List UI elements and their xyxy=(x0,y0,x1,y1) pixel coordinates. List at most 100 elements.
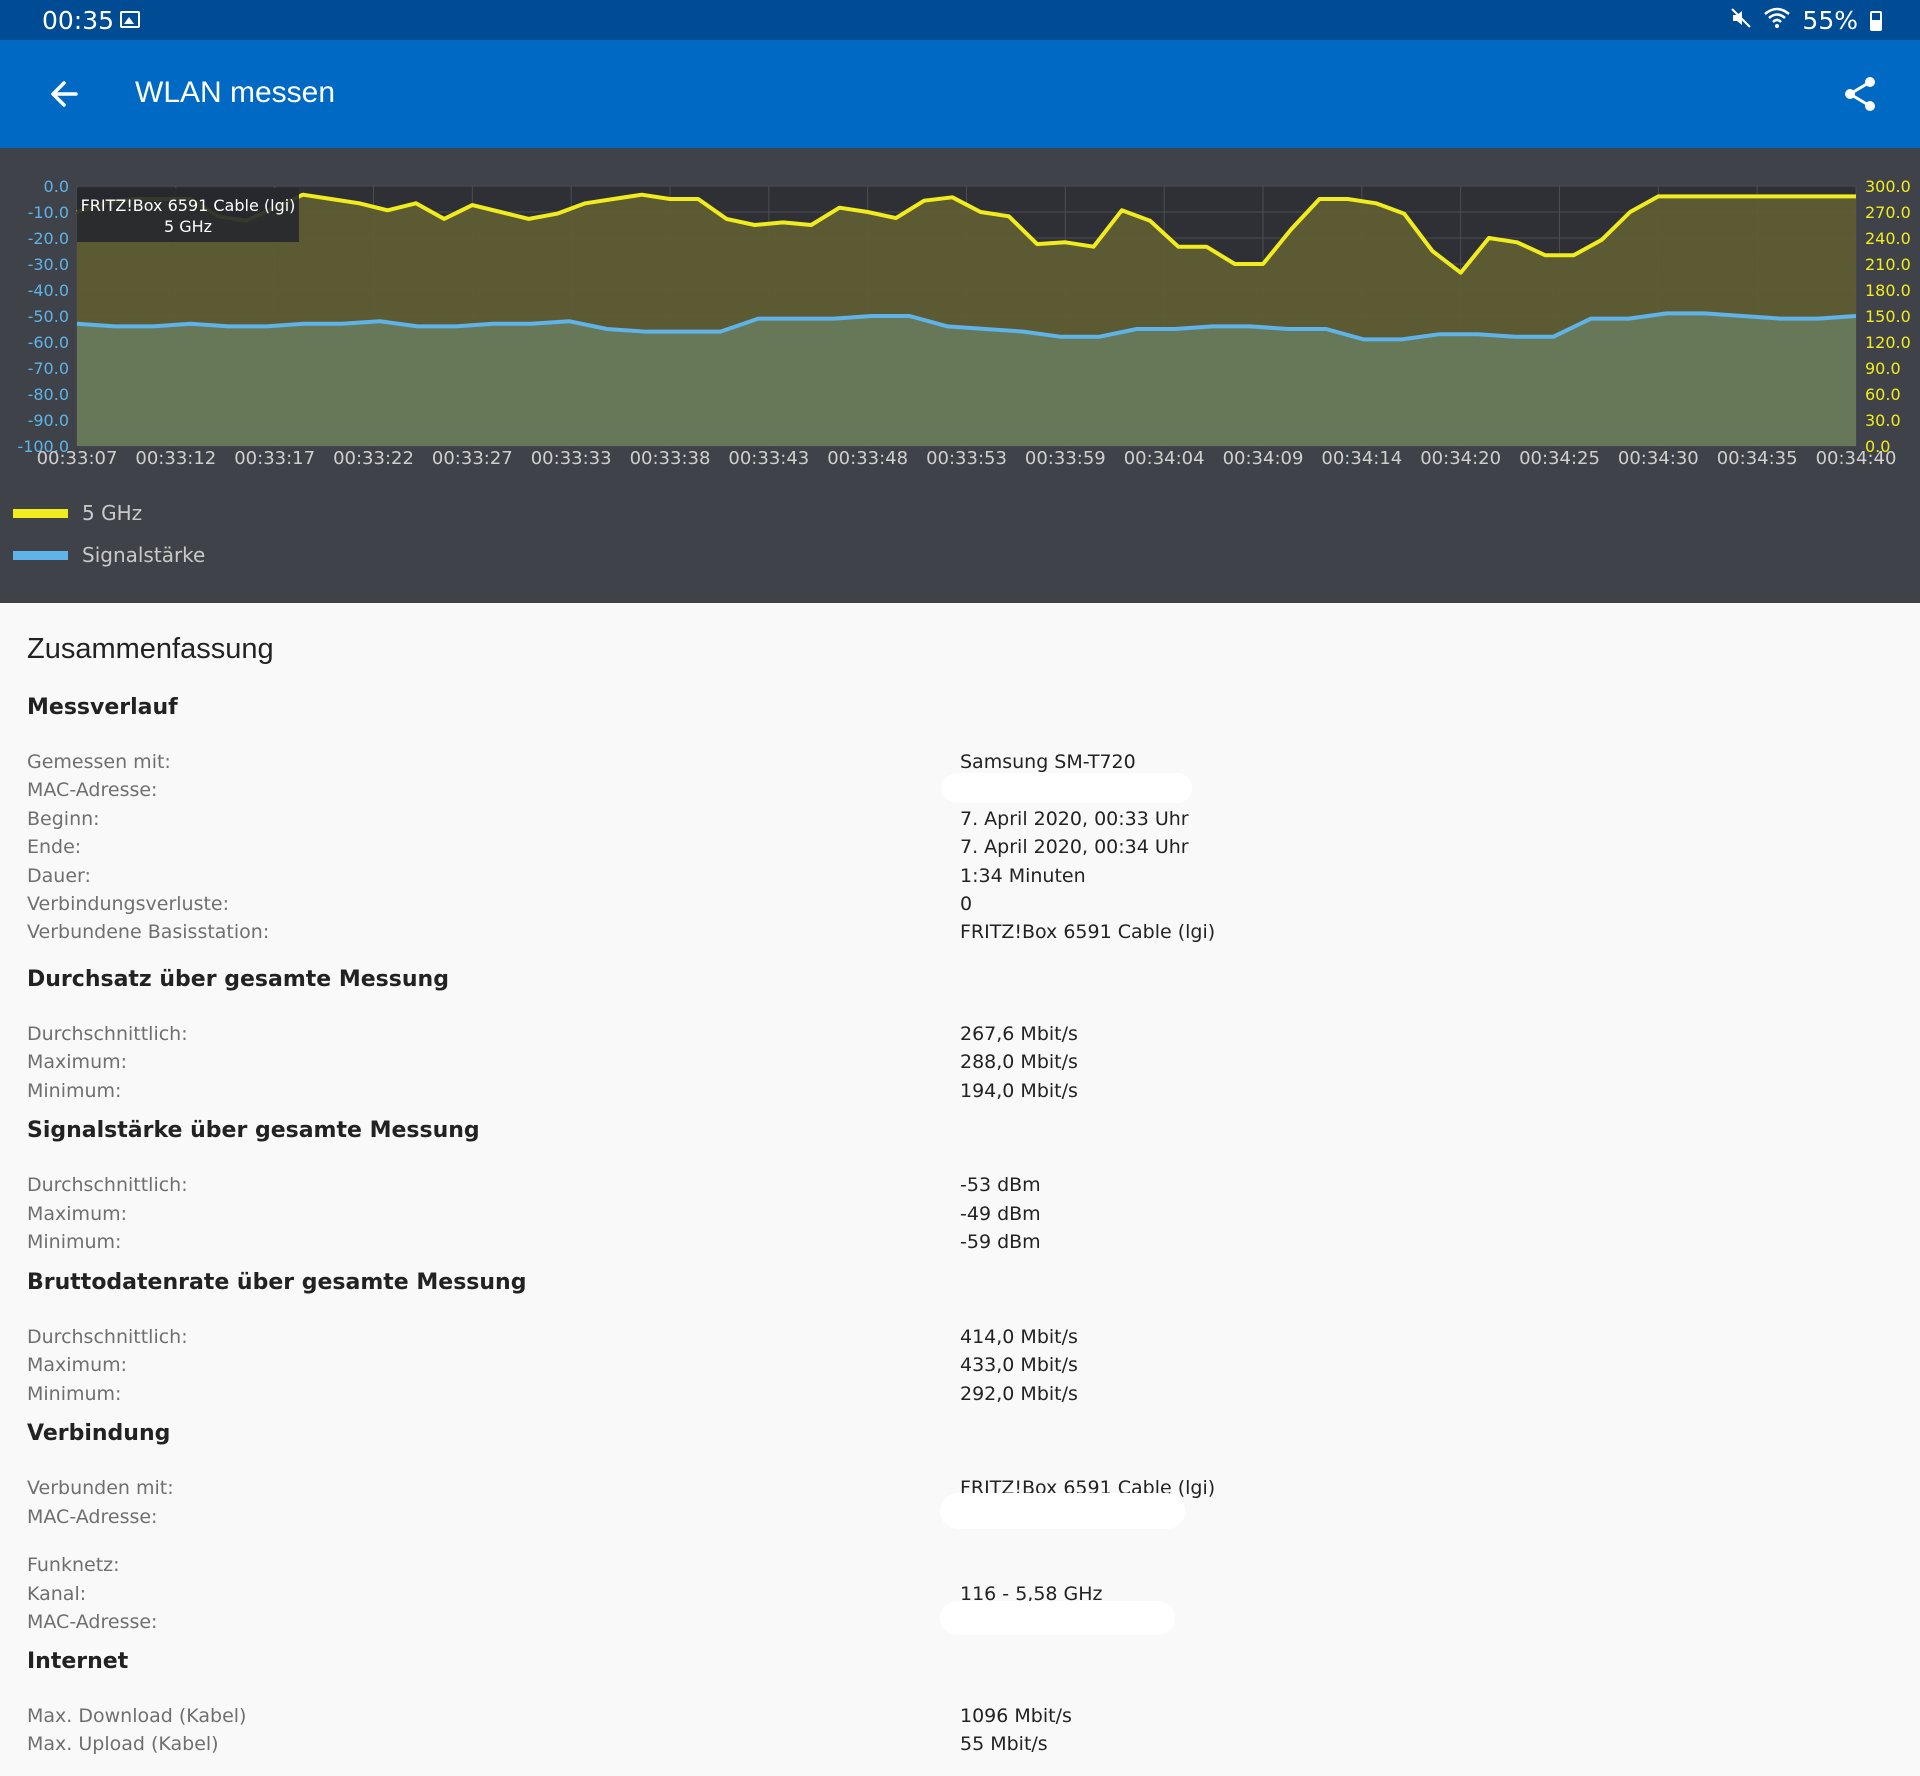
summary-row: Durchschnittlich: 267,6 Mbit/s xyxy=(27,1023,1827,1051)
row-value: FRITZ!Box 6591 Cable (lgi) xyxy=(960,921,1216,943)
summary-row: Ende: 7. April 2020, 00:34 Uhr xyxy=(27,836,1827,864)
x-tick-label: 00:34:40 xyxy=(1816,448,1897,469)
x-tick-label: 00:34:25 xyxy=(1519,448,1600,469)
row-value: 1:34 Minuten xyxy=(960,865,1086,887)
row-value: -53 dBm xyxy=(960,1174,1041,1196)
battery-percent: 55% xyxy=(1802,6,1858,35)
row-value: 292,0 Mbit/s xyxy=(960,1383,1078,1405)
row-label: Minimum: xyxy=(27,1080,122,1102)
wifi-icon xyxy=(1764,7,1791,35)
summary-title: Zusammenfassung xyxy=(27,633,274,665)
status-icons: 55% xyxy=(1730,6,1882,35)
share-icon[interactable] xyxy=(1840,74,1880,114)
summary-row: Dauer: 1:34 Minuten xyxy=(27,865,1827,893)
row-label: Beginn: xyxy=(27,808,100,830)
chart-panel: 0.0 -10.0 -20.0 -30.0 -40.0 -50.0 -60.0 -70.0 -8… xyxy=(0,148,1920,603)
summary-row: Maximum: 433,0 Mbit/s xyxy=(27,1354,1827,1382)
legend-item-signal: Signalstärke xyxy=(13,543,205,567)
redacted-mac-value xyxy=(940,1601,1175,1635)
summary-row: Funknetz: xyxy=(27,1554,1827,1582)
row-label: Max. Upload (Kabel) xyxy=(27,1733,219,1755)
row-label: Durchschnittlich: xyxy=(27,1326,188,1348)
y-left-tick-label: -90.0 xyxy=(28,411,69,430)
row-label: Durchschnittlich: xyxy=(27,1174,188,1196)
summary-row: Beginn: 7. April 2020, 00:33 Uhr xyxy=(27,808,1827,836)
y-right-tick-label: 150.0 xyxy=(1865,307,1911,326)
summary-row: MAC-Adresse: xyxy=(27,1493,1827,1534)
legend-swatch-5ghz xyxy=(13,508,68,518)
row-value: 0 xyxy=(960,893,973,915)
y-left-tick-label: -60.0 xyxy=(28,333,69,352)
x-tick-label: 00:33:43 xyxy=(728,448,809,469)
row-label: Funknetz: xyxy=(27,1554,120,1576)
summary-row: MAC-Adresse: xyxy=(27,1601,1827,1639)
x-tick-label: 00:34:20 xyxy=(1420,448,1501,469)
y-left-tick-label: -10.0 xyxy=(28,203,69,222)
legend-label-signal: Signalstärke xyxy=(82,543,206,567)
row-value: 55 Mbit/s xyxy=(960,1733,1048,1755)
row-value: 1096 Mbit/s xyxy=(960,1705,1072,1727)
app-bar: WLAN messen xyxy=(0,40,1920,148)
row-value: 433,0 Mbit/s xyxy=(960,1354,1078,1376)
summary-row: Minimum: 194,0 Mbit/s xyxy=(27,1080,1827,1108)
x-tick-label: 00:34:35 xyxy=(1717,448,1798,469)
battery-icon xyxy=(1870,10,1882,31)
x-tick-label: 00:33:17 xyxy=(234,448,315,469)
summary-content: Zusammenfassung Messverlauf Gemessen mit:… xyxy=(0,603,1920,1776)
y-left-tick-label: -80.0 xyxy=(28,385,69,404)
x-tick-label: 00:33:48 xyxy=(827,448,908,469)
row-value: 267,6 Mbit/s xyxy=(960,1023,1078,1045)
summary-row: Maximum: -49 dBm xyxy=(27,1203,1827,1231)
summary-row: Minimum: -59 dBm xyxy=(27,1231,1827,1259)
wifi-chart[interactable]: 0.0 -10.0 -20.0 -30.0 -40.0 -50.0 -60.0 -70.0 -8… xyxy=(0,148,1920,508)
row-value: 288,0 Mbit/s xyxy=(960,1051,1078,1073)
y-right-tick-label: 180.0 xyxy=(1865,281,1911,300)
x-tick-label: 00:33:59 xyxy=(1025,448,1106,469)
summary-row: Minimum: 292,0 Mbit/s xyxy=(27,1383,1827,1411)
row-label: Dauer: xyxy=(27,865,91,887)
summary-row: Verbindungsverluste: 0 xyxy=(27,893,1827,921)
tooltip-line-1: FRITZ!Box 6591 Cable (lgi) xyxy=(81,196,296,215)
redacted-mac-value xyxy=(942,773,1192,803)
y-left-tick-label: -50.0 xyxy=(28,307,69,326)
summary-row: Gemessen mit: Samsung SM-T720 xyxy=(27,751,1827,779)
row-label: Max. Download (Kabel) xyxy=(27,1705,247,1727)
y-left-tick-label: -20.0 xyxy=(28,229,69,248)
x-tick-label: 00:33:07 xyxy=(37,448,118,469)
tooltip-line-2: 5 GHz xyxy=(164,217,212,236)
summary-row: Verbundene Basisstation: FRITZ!Box 6591 C… xyxy=(27,921,1827,949)
x-tick-label: 00:34:30 xyxy=(1618,448,1699,469)
redacted-mac-value xyxy=(940,1493,1185,1529)
y-left-tick-label: -40.0 xyxy=(28,281,69,300)
y-left-tick-label: -70.0 xyxy=(28,359,69,378)
status-time: 00:35 xyxy=(42,6,115,35)
summary-row: Maximum: 288,0 Mbit/s xyxy=(27,1051,1827,1079)
row-label: Maximum: xyxy=(27,1354,128,1376)
y-right-tick-label: 120.0 xyxy=(1865,333,1911,352)
x-tick-label: 00:34:04 xyxy=(1124,448,1205,469)
row-label: Verbindungsverluste: xyxy=(27,893,230,915)
row-value: 194,0 Mbit/s xyxy=(960,1080,1078,1102)
section-title: Internet xyxy=(27,1649,129,1674)
summary-row: Max. Download (Kabel) 1096 Mbit/s xyxy=(27,1705,1827,1733)
x-tick-label: 00:33:53 xyxy=(926,448,1007,469)
row-label: Verbunden mit: xyxy=(27,1477,174,1499)
row-label: Minimum: xyxy=(27,1231,122,1253)
row-value: -49 dBm xyxy=(960,1203,1041,1225)
y-right-tick-label: 90.0 xyxy=(1865,359,1901,378)
summary-row: Max. Upload (Kabel) 55 Mbit/s xyxy=(27,1733,1827,1761)
row-label: MAC-Adresse: xyxy=(27,1611,158,1633)
back-arrow-icon[interactable] xyxy=(40,70,88,118)
summary-row: MAC-Adresse: xyxy=(27,773,1827,807)
section-title: Verbindung xyxy=(27,1421,171,1446)
row-value: 7. April 2020, 00:33 Uhr xyxy=(960,808,1189,830)
legend-item-5ghz: 5 GHz xyxy=(13,501,142,525)
x-tick-label: 00:33:12 xyxy=(135,448,216,469)
y-right-tick-label: 60.0 xyxy=(1865,385,1901,404)
x-tick-label: 00:34:09 xyxy=(1223,448,1304,469)
y-right-tick-label: 240.0 xyxy=(1865,229,1911,248)
y-right-tick-label: 30.0 xyxy=(1865,411,1901,430)
y-right-tick-label: 300.0 xyxy=(1865,177,1911,196)
page-title: WLAN messen xyxy=(135,76,336,109)
summary-row: Verbunden mit: FRITZ!Box 6591 Cable (lgi) xyxy=(27,1477,1827,1505)
